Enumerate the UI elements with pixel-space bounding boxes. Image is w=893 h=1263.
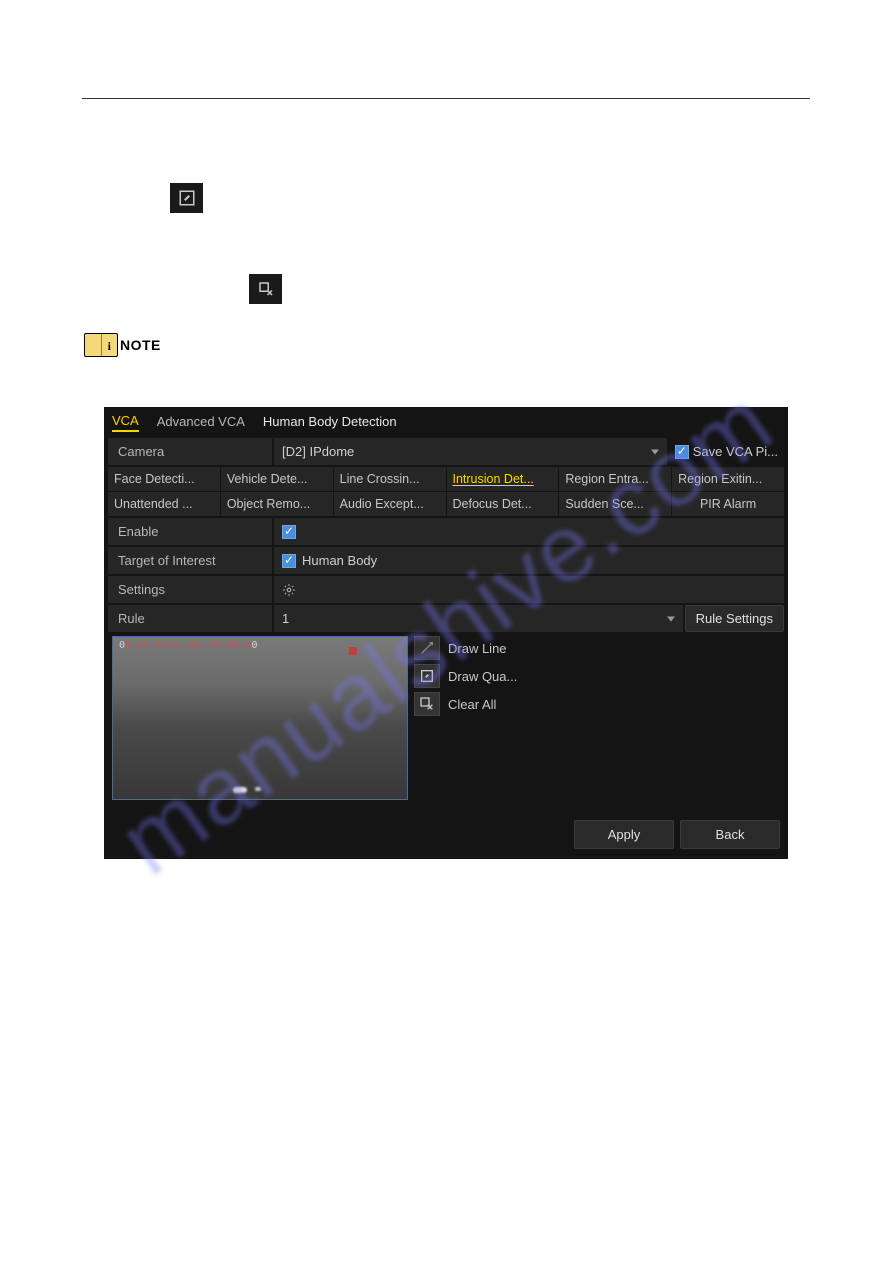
rule-settings-button[interactable]: Rule Settings bbox=[685, 605, 784, 632]
save-vca-label: Save VCA Pi... bbox=[693, 444, 778, 459]
bottom-button-bar: Apply Back bbox=[112, 820, 780, 849]
target-field[interactable]: Human Body bbox=[274, 547, 784, 574]
detect-unattended[interactable]: Unattended ... bbox=[108, 492, 220, 516]
clear-x-icon bbox=[257, 280, 275, 298]
camera-label: Camera bbox=[108, 438, 272, 465]
detect-vehicle[interactable]: Vehicle Dete... bbox=[221, 467, 333, 491]
tab-vca[interactable]: VCA bbox=[112, 413, 139, 432]
gear-icon[interactable] bbox=[282, 583, 296, 597]
preview-image bbox=[113, 637, 407, 799]
preview-marker bbox=[349, 647, 357, 655]
detect-intrusion[interactable]: Intrusion Det... bbox=[447, 467, 559, 491]
enable-field[interactable] bbox=[274, 518, 784, 545]
detect-object-removal[interactable]: Object Remo... bbox=[221, 492, 333, 516]
note-book-icon: i bbox=[84, 333, 118, 357]
clear-icon-block bbox=[249, 274, 282, 304]
back-button[interactable]: Back bbox=[680, 820, 780, 849]
camera-value: [D2] IPdome bbox=[282, 444, 354, 459]
detect-region-exiting[interactable]: Region Exitin... bbox=[672, 467, 784, 491]
detection-type-grid: Face Detecti... Vehicle Dete... Line Cro… bbox=[108, 467, 784, 516]
clear-all-label: Clear All bbox=[448, 697, 496, 712]
settings-label: Settings bbox=[108, 576, 272, 603]
preview-section: 05-25-2017 Thu 20:05:40 Draw Line Draw Q… bbox=[112, 636, 780, 800]
enable-row: Enable bbox=[108, 518, 784, 545]
rule-row: Rule 1 Rule Settings bbox=[108, 605, 784, 632]
ts-p3: 0 bbox=[251, 640, 257, 651]
detect-line-crossing[interactable]: Line Crossin... bbox=[334, 467, 446, 491]
detect-region-entrance[interactable]: Region Entra... bbox=[559, 467, 671, 491]
draw-quad-button[interactable]: Draw Qua... bbox=[414, 664, 517, 688]
divider bbox=[82, 98, 810, 99]
camera-row: Camera [D2] IPdome Save VCA Pi... bbox=[108, 438, 784, 465]
note-callout: i NOTE bbox=[84, 333, 161, 357]
clear-all-icon bbox=[414, 692, 440, 716]
preview-light bbox=[233, 787, 247, 793]
draw-quad-icon bbox=[414, 664, 440, 688]
apply-button[interactable]: Apply bbox=[574, 820, 674, 849]
enable-checkbox[interactable] bbox=[282, 525, 296, 539]
rule-value: 1 bbox=[282, 611, 289, 626]
save-vca-cell[interactable]: Save VCA Pi... bbox=[669, 438, 784, 465]
tab-human-body[interactable]: Human Body Detection bbox=[263, 414, 397, 431]
detect-sudden-scene[interactable]: Sudden Sce... bbox=[559, 492, 671, 516]
target-value: Human Body bbox=[302, 553, 377, 568]
preview-timestamp: 05-25-2017 Thu 20:05:40 bbox=[119, 640, 258, 651]
detect-pir-alarm[interactable]: PIR Alarm bbox=[672, 492, 784, 516]
vca-window: VCA Advanced VCA Human Body Detection Ca… bbox=[104, 407, 788, 859]
detect-defocus[interactable]: Defocus Det... bbox=[447, 492, 559, 516]
target-row: Target of Interest Human Body bbox=[108, 547, 784, 574]
tab-advanced-vca[interactable]: Advanced VCA bbox=[157, 414, 245, 431]
detect-face[interactable]: Face Detecti... bbox=[108, 467, 220, 491]
draw-quad-icon-block bbox=[170, 183, 203, 213]
note-label: NOTE bbox=[120, 337, 161, 353]
settings-row: Settings bbox=[108, 576, 784, 603]
detect-audio-exception[interactable]: Audio Except... bbox=[334, 492, 446, 516]
enable-label: Enable bbox=[108, 518, 272, 545]
draw-line-icon bbox=[414, 636, 440, 660]
ts-p2: 5-25-2017 Thu 20:05:4 bbox=[125, 640, 251, 651]
video-preview[interactable]: 05-25-2017 Thu 20:05:40 bbox=[112, 636, 408, 800]
pencil-square-icon bbox=[178, 189, 196, 207]
rule-dropdown[interactable]: 1 bbox=[274, 605, 683, 632]
clear-all-button[interactable]: Clear All bbox=[414, 692, 517, 716]
settings-field[interactable] bbox=[274, 576, 784, 603]
rule-label: Rule bbox=[108, 605, 272, 632]
target-label: Target of Interest bbox=[108, 547, 272, 574]
target-checkbox[interactable] bbox=[282, 554, 296, 568]
save-vca-checkbox[interactable] bbox=[675, 445, 689, 459]
camera-dropdown[interactable]: [D2] IPdome bbox=[274, 438, 667, 465]
top-tabs: VCA Advanced VCA Human Body Detection bbox=[104, 407, 788, 436]
draw-quad-label: Draw Qua... bbox=[448, 669, 517, 684]
draw-line-label: Draw Line bbox=[448, 641, 507, 656]
draw-line-button[interactable]: Draw Line bbox=[414, 636, 517, 660]
draw-tools: Draw Line Draw Qua... Clear All bbox=[414, 636, 517, 800]
preview-light-2 bbox=[255, 787, 261, 791]
